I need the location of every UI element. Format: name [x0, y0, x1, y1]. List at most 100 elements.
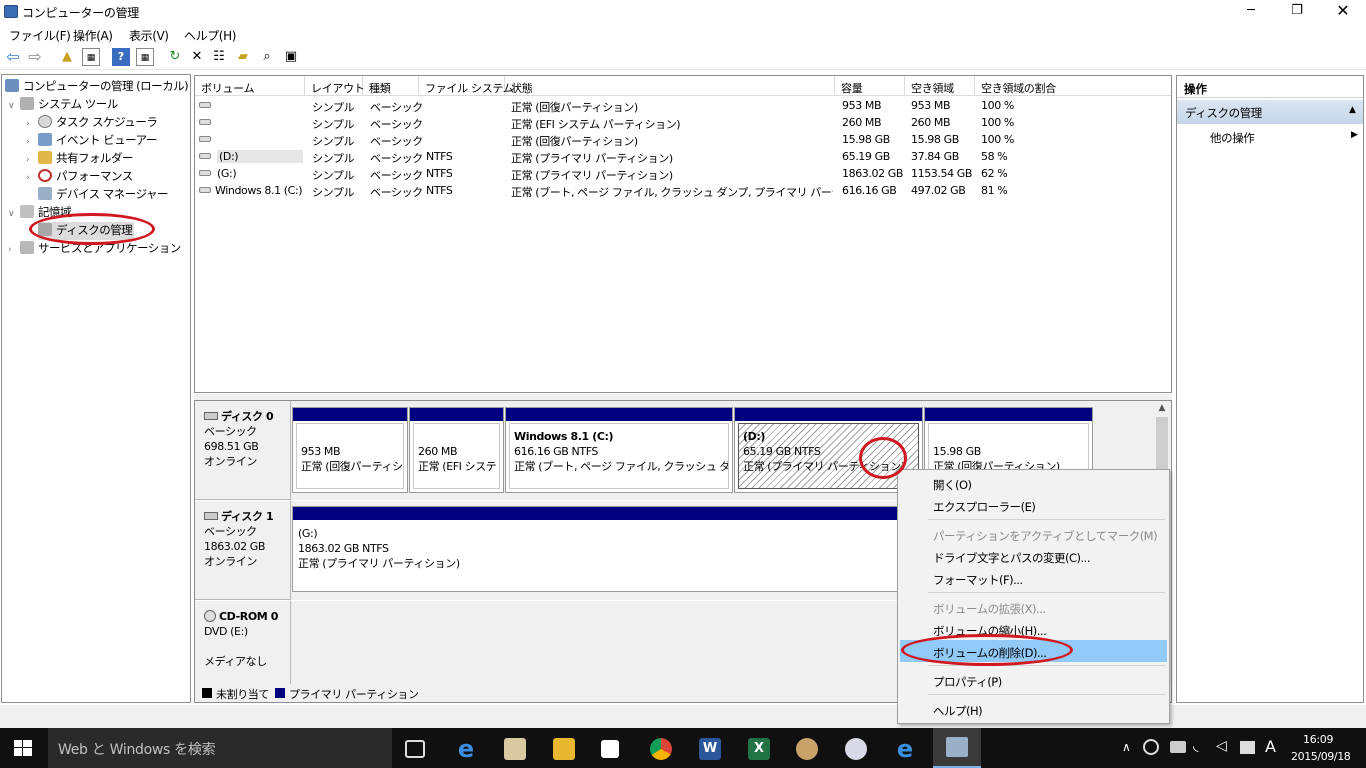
actions-header: 操作 — [1177, 76, 1363, 98]
chevron-right-icon[interactable]: › — [26, 119, 38, 129]
menu-delete-volume[interactable]: ボリュームの削除(D)... — [900, 640, 1167, 662]
column-header[interactable]: 状態 — [505, 76, 835, 96]
menu-extend-volume[interactable]: ボリュームの拡張(X)... — [900, 596, 1167, 618]
word-icon[interactable]: W — [699, 738, 721, 760]
actions-more[interactable]: 他の操作 ▶ — [1177, 126, 1363, 146]
tree-device-manager[interactable]: デバイス マネージャー — [38, 186, 169, 204]
tree-root[interactable]: コンピューターの管理 (ローカル) — [5, 78, 189, 96]
search-icon[interactable]: ⌕ — [258, 48, 276, 66]
collapse-icon[interactable]: ▲ — [1349, 105, 1356, 115]
back-icon[interactable]: ⇦ — [4, 48, 22, 66]
tree-shared-folders[interactable]: › 共有フォルダー — [26, 150, 134, 168]
forward-icon[interactable]: ⇨ — [26, 48, 44, 66]
chevron-right-icon[interactable]: › — [26, 173, 38, 183]
disk-management-icon — [38, 223, 52, 236]
refresh-icon[interactable]: ↻ — [166, 48, 184, 66]
cdrom0-label[interactable]: CD-ROM 0 DVD (E:) メディアなし — [195, 601, 291, 686]
internet-explorer-icon[interactable]: e — [894, 737, 916, 761]
menu-action[interactable]: 操作(A) — [73, 27, 113, 44]
volume-icon[interactable]: ◁ — [1216, 738, 1227, 754]
taskbar-search[interactable]: Web と Windows を検索 — [48, 728, 392, 768]
menu-change-drive-letter[interactable]: ドライブ文字とパスの変更(C)... — [900, 545, 1167, 567]
snipping-tool-icon[interactable] — [845, 738, 867, 760]
disk0-label[interactable]: ディスク 0 ベーシック 698.51 GB オンライン — [195, 401, 291, 500]
file-explorer-icon[interactable] — [553, 738, 575, 760]
tree-performance[interactable]: › パフォーマンス — [26, 168, 133, 186]
menu-view[interactable]: 表示(V) — [129, 27, 169, 44]
table-row[interactable]: シンプル ベーシック 正常 (EFI システム パーティション) 260 MB … — [195, 114, 1171, 131]
scroll-thumb[interactable] — [1156, 417, 1168, 477]
table-row[interactable]: シンプル ベーシック 正常 (回復パーティション) 953 MB 953 MB … — [195, 97, 1171, 114]
table-row[interactable]: (D:) シンプル ベーシック NTFS 正常 (プライマリ パーティション) … — [195, 148, 1171, 165]
menu-explorer[interactable]: エクスプローラー(E) — [900, 494, 1167, 516]
menu-help[interactable]: ヘルプ(H) — [184, 27, 236, 44]
menu-file[interactable]: ファイル(F) — [9, 27, 71, 44]
maximize-button[interactable]: ❐ — [1274, 0, 1320, 24]
table-row[interactable]: (G:) シンプル ベーシック NTFS 正常 (プライマリ パーティション) … — [195, 165, 1171, 182]
settings-icon[interactable]: ▣ — [282, 48, 300, 66]
paint-icon[interactable] — [796, 738, 818, 760]
partition-windows-c[interactable]: Windows 8.1 (C:) 616.16 GB NTFS 正常 (ブート, ペ… — [505, 407, 733, 493]
taskbar-active-app[interactable] — [933, 728, 981, 768]
column-header[interactable]: 空き領域 — [905, 76, 975, 96]
properties-icon[interactable]: ☷ — [210, 48, 228, 66]
column-header[interactable]: ボリューム — [195, 76, 305, 96]
wifi-icon[interactable]: ◟ — [1193, 738, 1198, 754]
chevron-down-icon[interactable]: ∨ — [8, 101, 20, 111]
column-header[interactable]: ファイル システム — [419, 76, 514, 96]
windows-start-icon[interactable] — [14, 740, 32, 756]
partition-d[interactable]: (D:) 65.19 GB NTFS 正常 (プライマリ パーティション) — [734, 407, 923, 493]
photos-icon[interactable] — [504, 738, 526, 760]
help-icon[interactable]: ? — [112, 48, 130, 66]
column-header[interactable]: 種類 — [363, 76, 419, 96]
tree-disk-management[interactable]: ディスクの管理 — [38, 222, 135, 240]
ime-indicator[interactable]: A — [1265, 737, 1276, 756]
actions-section-disk-management[interactable]: ディスクの管理 ▲ — [1177, 100, 1363, 124]
partition-efi[interactable]: 260 MB 正常 (EFI システ — [409, 407, 504, 493]
menu-shrink-volume[interactable]: ボリュームの縮小(H)... — [900, 618, 1167, 640]
tree-task-scheduler[interactable]: › タスク スケジューラ — [26, 114, 158, 132]
chevron-right-icon: ▶ — [1351, 130, 1358, 140]
tree-services-apps[interactable]: › サービスとアプリケーション — [8, 240, 181, 258]
column-header[interactable]: 空き領域の割合 — [975, 76, 1171, 96]
column-header[interactable]: 容量 — [835, 76, 905, 96]
menu-format[interactable]: フォーマット(F)... — [900, 567, 1167, 589]
onedrive-icon[interactable] — [1170, 741, 1186, 753]
tray-chevron-up-icon[interactable]: ∧ — [1122, 740, 1131, 754]
network-globe-icon[interactable] — [1143, 739, 1159, 755]
notifications-icon[interactable] — [1240, 741, 1255, 754]
drive-icon — [199, 170, 211, 176]
table-row[interactable]: Windows 8.1 (C:) シンプル ベーシック NTFS 正常 (ブート… — [195, 182, 1171, 199]
clock-date[interactable]: 2015/09/18 — [1291, 750, 1351, 763]
tree-storage[interactable]: ∨ 記憶域 — [8, 204, 72, 222]
column-header[interactable]: レイアウト — [305, 76, 365, 96]
show-hide-tree-icon[interactable]: ▦ — [82, 48, 100, 66]
store-icon[interactable] — [601, 740, 619, 758]
tree-system-tools[interactable]: ∨ システム ツール — [8, 96, 118, 114]
edge-icon[interactable]: e — [455, 737, 477, 761]
action-pane-icon[interactable]: ▦ — [136, 48, 154, 66]
chevron-right-icon[interactable]: › — [8, 245, 20, 255]
minimize-button[interactable]: ─ — [1228, 0, 1274, 24]
table-row[interactable]: シンプル ベーシック 正常 (回復パーティション) 15.98 GB 15.98… — [195, 131, 1171, 148]
scroll-up-icon[interactable]: ▲ — [1155, 403, 1169, 415]
menu-open[interactable]: 開く(O) — [900, 472, 1167, 494]
up-folder-icon[interactable]: ▲ — [58, 48, 76, 66]
close-button[interactable]: ✕ — [1320, 0, 1366, 24]
disk1-label[interactable]: ディスク 1 ベーシック 1863.02 GB オンライン — [195, 501, 291, 600]
menu-help-item[interactable]: ヘルプ(H) — [900, 698, 1167, 720]
chevron-down-icon[interactable]: ∨ — [8, 209, 20, 219]
menu-mark-active[interactable]: パーティションをアクティブとしてマーク(M) — [900, 523, 1167, 545]
device-manager-icon — [38, 187, 52, 200]
clock-time[interactable]: 16:09 — [1303, 733, 1334, 746]
open-folder-icon[interactable]: ▰ — [234, 48, 252, 66]
excel-icon[interactable]: X — [748, 738, 770, 760]
menu-properties[interactable]: プロパティ(P) — [900, 669, 1167, 691]
delete-icon[interactable]: ✕ — [188, 48, 206, 66]
tree-event-viewer[interactable]: › イベント ビューアー — [26, 132, 158, 150]
partition-recovery-1[interactable]: 953 MB 正常 (回復パーティシ: — [292, 407, 408, 493]
chevron-right-icon[interactable]: › — [26, 155, 38, 165]
chrome-icon[interactable] — [650, 738, 672, 760]
chevron-right-icon[interactable]: › — [26, 137, 38, 147]
task-view-icon[interactable] — [405, 740, 425, 758]
